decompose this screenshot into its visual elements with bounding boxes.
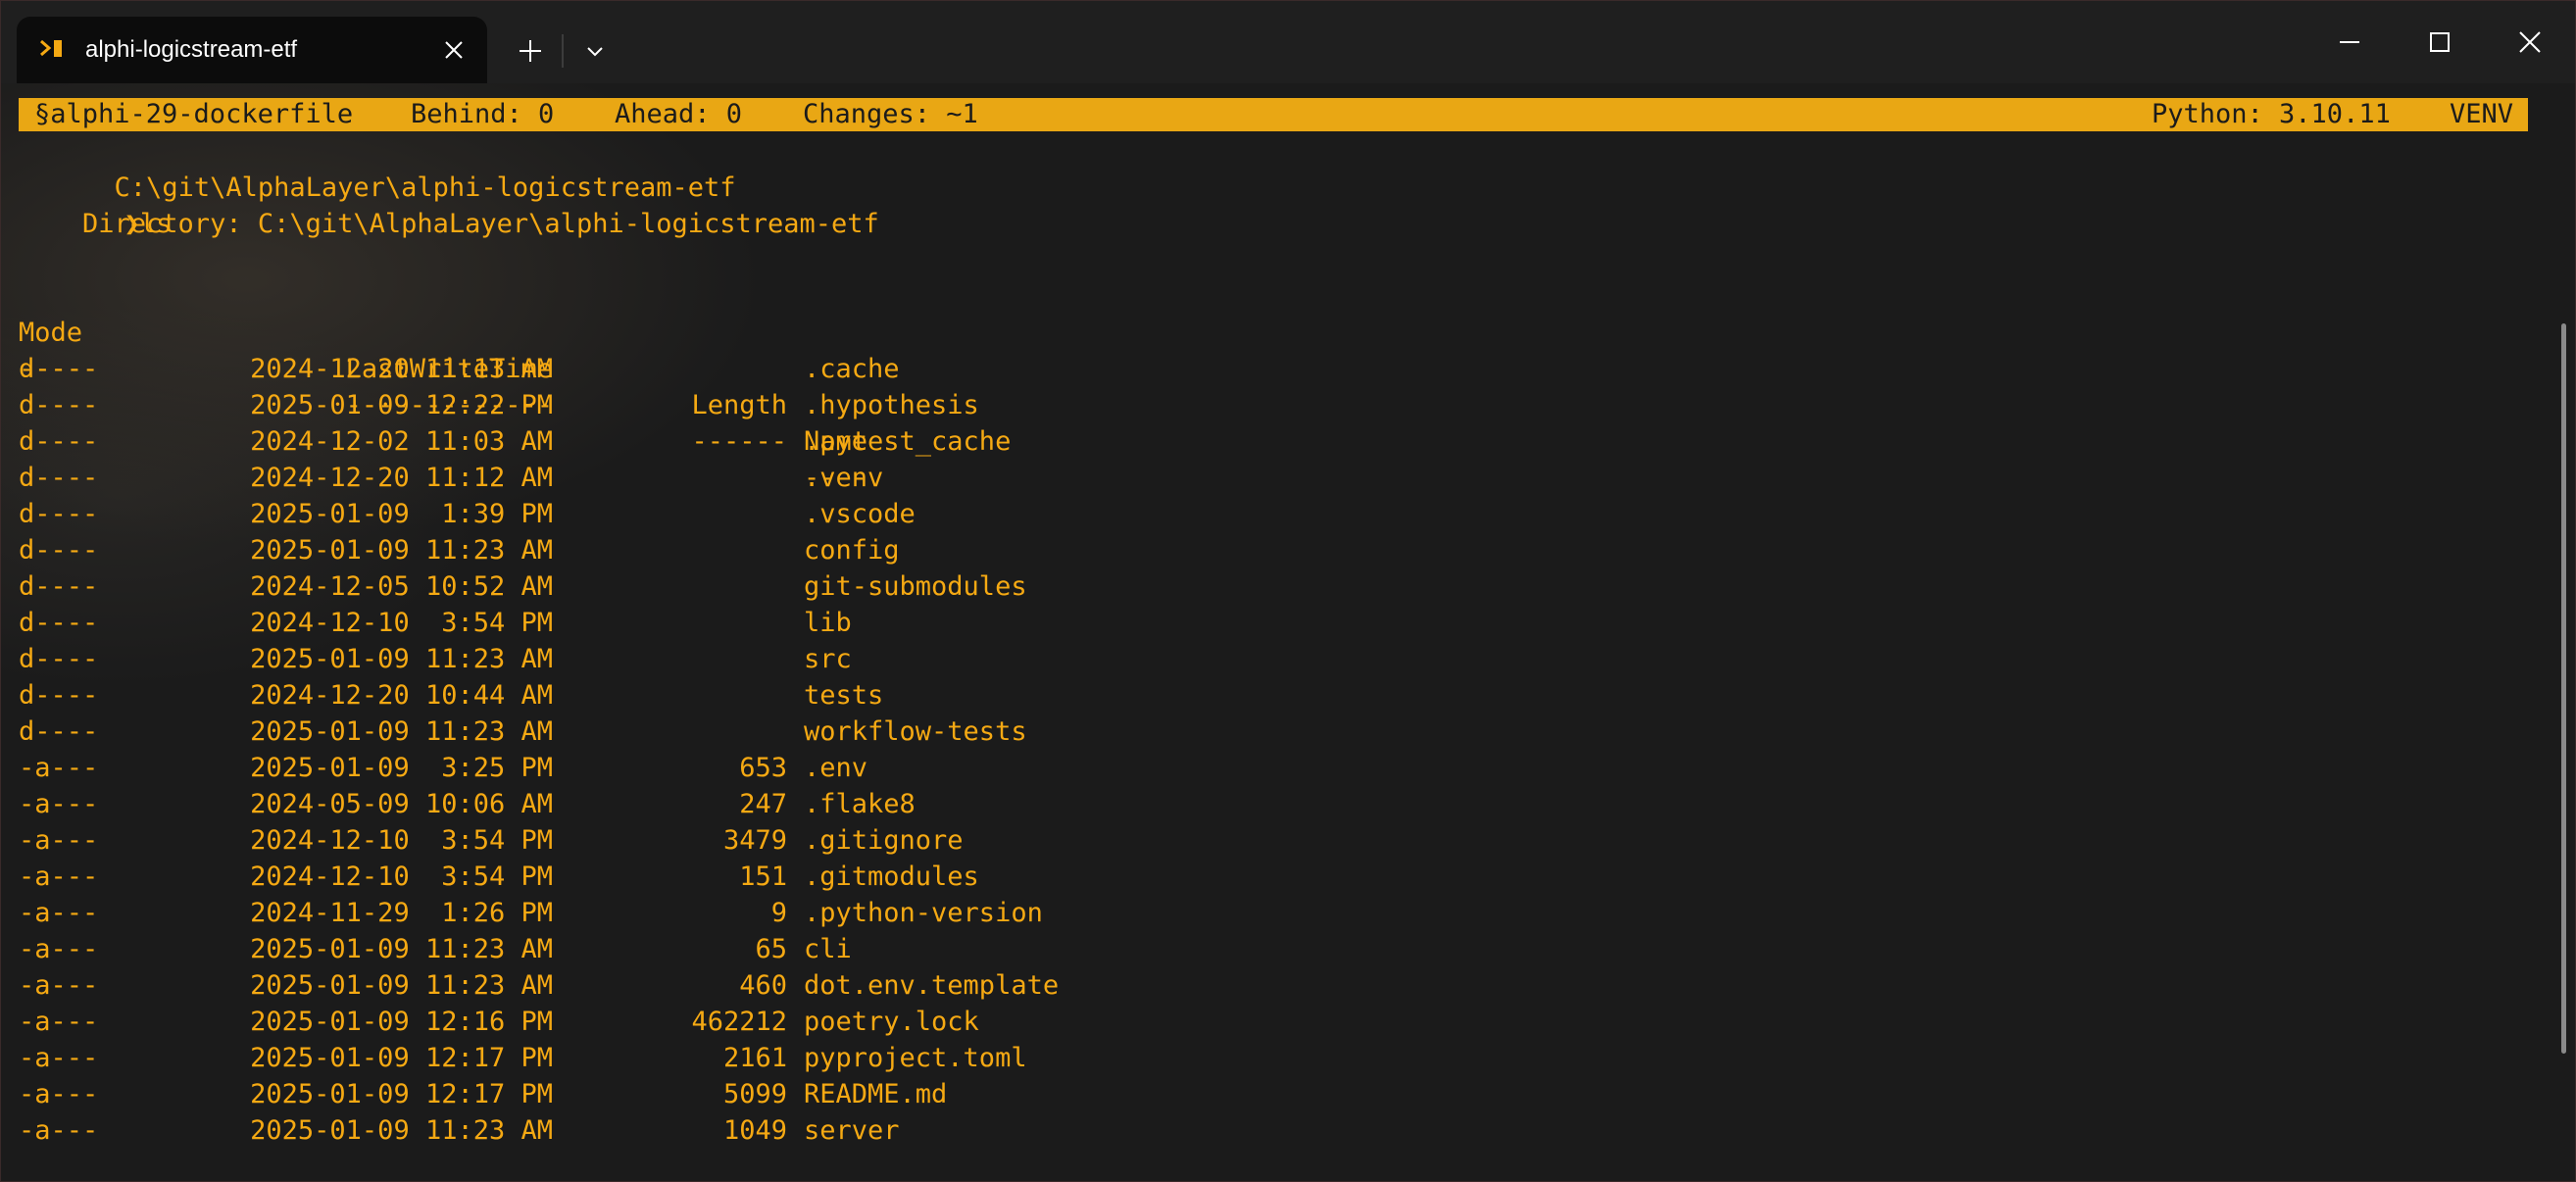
- row-name: config: [804, 535, 900, 566]
- table-row: -a--- 2025-01-09 12:17 PM 5099 README.md: [19, 1076, 1391, 1112]
- row-name: .venv: [804, 463, 884, 493]
- row-name: .gitmodules: [804, 862, 979, 892]
- plus-icon: [520, 40, 541, 62]
- scrollbar[interactable]: [2561, 323, 2566, 1054]
- table-row: d---- 2024-12-20 11:13 AM .cache: [19, 351, 1391, 387]
- table-row: d---- 2025-01-09 11:23 AM src: [19, 641, 1391, 677]
- table-row: -a--- 2025-01-09 12:17 PM 2161 pyproject.to…: [19, 1040, 1391, 1076]
- row-name: .vscode: [804, 499, 916, 529]
- tab-dropdown-button[interactable]: [568, 28, 622, 74]
- tab-active[interactable]: alphi-logicstream-etf: [17, 17, 487, 83]
- directory-line: Directory: C:\git\AlphaLayer\alphi-logic…: [19, 209, 879, 239]
- table-row: d---- 2024-12-20 11:12 AM .venv: [19, 460, 1391, 496]
- row-name: dot.env.template: [804, 970, 1060, 1001]
- row-length: 9: [770, 898, 787, 928]
- row-length: 5099: [722, 1079, 787, 1109]
- row-name: server: [804, 1115, 900, 1146]
- row-length: 65: [755, 934, 787, 964]
- row-lastwritetime: 2024-12-20 11:13 AM: [250, 354, 553, 384]
- git-ahead: Ahead: 0: [615, 99, 743, 129]
- row-name: cli: [804, 934, 852, 964]
- close-icon: [2519, 31, 2541, 53]
- title-bar[interactable]: alphi-logicstream-etf: [1, 1, 2575, 83]
- row-lastwritetime: 2024-12-10 3:54 PM: [250, 608, 553, 638]
- row-lastwritetime: 2025-01-09 12:22 PM: [250, 390, 553, 420]
- prompt-path: C:\git\AlphaLayer\alphi-logicstream-etf: [114, 172, 736, 203]
- row-length: 1049: [722, 1115, 787, 1146]
- git-changes: Changes: ~1: [803, 99, 978, 129]
- terminal-icon: [38, 36, 68, 64]
- row-name: tests: [804, 680, 884, 711]
- python-version: Python: 3.10.11: [2152, 99, 2391, 129]
- row-length: 2161: [722, 1043, 787, 1073]
- table-row: -a--- 2024-12-10 3:54 PM 3479 .gitignore: [19, 822, 1391, 859]
- git-branch: §alphi-29-dockerfile: [34, 99, 354, 129]
- maximize-icon: [2430, 32, 2450, 52]
- row-name: src: [804, 644, 852, 674]
- table-row: -a--- 2025-01-09 11:23 AM 1049 server: [19, 1112, 1391, 1149]
- row-lastwritetime: 2025-01-09 11:23 AM: [250, 716, 553, 747]
- row-length: 3479: [722, 825, 787, 856]
- table-row: d---- 2025-01-09 1:39 PM .vscode: [19, 496, 1391, 532]
- row-length: 151: [739, 862, 787, 892]
- row-length: 653: [739, 753, 787, 783]
- table-row: d---- 2025-01-09 11:23 AM config: [19, 532, 1391, 568]
- table-row: -a--- 2024-12-10 3:54 PM 151 .gitmodules: [19, 859, 1391, 895]
- table-row: -a--- 2025-01-09 12:16 PM 462212 poetry.loc…: [19, 1004, 1391, 1040]
- maximize-button[interactable]: [2395, 1, 2485, 83]
- window-close-button[interactable]: [2485, 1, 2575, 83]
- terminal-window: alphi-logicstream-etf §alphi-29-dockerfi…: [0, 0, 2576, 1182]
- row-name: workflow-tests: [804, 716, 1027, 747]
- venv-indicator: VENV: [2450, 99, 2514, 129]
- row-name: .gitignore: [804, 825, 964, 856]
- row-length: 460: [739, 970, 787, 1001]
- row-lastwritetime: 2024-12-20 10:44 AM: [250, 680, 553, 711]
- row-lastwritetime: 2024-12-02 11:03 AM: [250, 426, 553, 457]
- row-name: README.md: [804, 1079, 948, 1109]
- row-lastwritetime: 2024-12-05 10:52 AM: [250, 571, 553, 602]
- tab-separator: [562, 34, 564, 68]
- minimize-icon: [2340, 41, 2359, 43]
- row-length: 247: [739, 789, 787, 819]
- table-row: -a--- 2025-01-09 3:25 PM 653 .env: [19, 750, 1391, 786]
- table-row: -a--- 2024-05-09 10:06 AM 247 .flake8: [19, 786, 1391, 822]
- table-row: d---- 2024-12-05 10:52 AM git-submodules: [19, 568, 1391, 605]
- minimize-button[interactable]: [2304, 1, 2395, 83]
- table-row: d---- 2025-01-09 11:23 AM workflow-tests: [19, 714, 1391, 750]
- table-row: d---- 2025-01-09 12:22 PM .hypothesis: [19, 387, 1391, 423]
- row-lastwritetime: 2025-01-09 11:23 AM: [250, 535, 553, 566]
- prompt-status-bar: §alphi-29-dockerfile Behind: 0 Ahead: 0 …: [19, 98, 2528, 131]
- row-name: poetry.lock: [804, 1007, 979, 1037]
- table-row: d---- 2024-12-02 11:03 AM .pytest_cache: [19, 423, 1391, 460]
- table-row: d---- 2024-12-10 3:54 PM lib: [19, 605, 1391, 641]
- git-behind: Behind: 0: [411, 99, 555, 129]
- listing-header: Mode LastWriteTime Length Name: [19, 278, 1391, 457]
- table-row: -a--- 2025-01-09 11:23 AM 460 dot.env.templ…: [19, 967, 1391, 1004]
- row-lastwritetime: 2024-12-20 11:12 AM: [250, 463, 553, 493]
- row-name: .pytest_cache: [804, 426, 1012, 457]
- tab-title: alphi-logicstream-etf: [85, 36, 298, 63]
- row-name: .cache: [804, 354, 900, 384]
- chevron-down-icon: [587, 47, 603, 57]
- table-row: -a--- 2024-11-29 1:26 PM 9 .python-version: [19, 895, 1391, 931]
- terminal-content[interactable]: §alphi-29-dockerfile Behind: 0 Ahead: 0 …: [1, 83, 2575, 1181]
- table-row: d---- 2024-12-20 10:44 AM tests: [19, 677, 1391, 714]
- row-name: .python-version: [804, 898, 1043, 928]
- row-name: lib: [804, 608, 852, 638]
- row-lastwritetime: 2025-01-09 1:39 PM: [250, 499, 553, 529]
- close-icon[interactable]: [440, 36, 468, 64]
- row-name: .hypothesis: [804, 390, 979, 420]
- new-tab-button[interactable]: [503, 28, 558, 74]
- row-length: 462212: [691, 1007, 787, 1037]
- row-name: .env: [804, 753, 868, 783]
- row-name: .flake8: [804, 789, 916, 819]
- row-lastwritetime: 2025-01-09 11:23 AM: [250, 644, 553, 674]
- table-row: -a--- 2025-01-09 11:23 AM 65 cli: [19, 931, 1391, 967]
- listing-header-underline: ---- ------------- ------ ----: [19, 315, 1391, 493]
- row-name: git-submodules: [804, 571, 1027, 602]
- row-name: pyproject.toml: [804, 1043, 1027, 1073]
- prompt-line: C:\git\AlphaLayer\alphi-logicstream-etf …: [19, 133, 736, 239]
